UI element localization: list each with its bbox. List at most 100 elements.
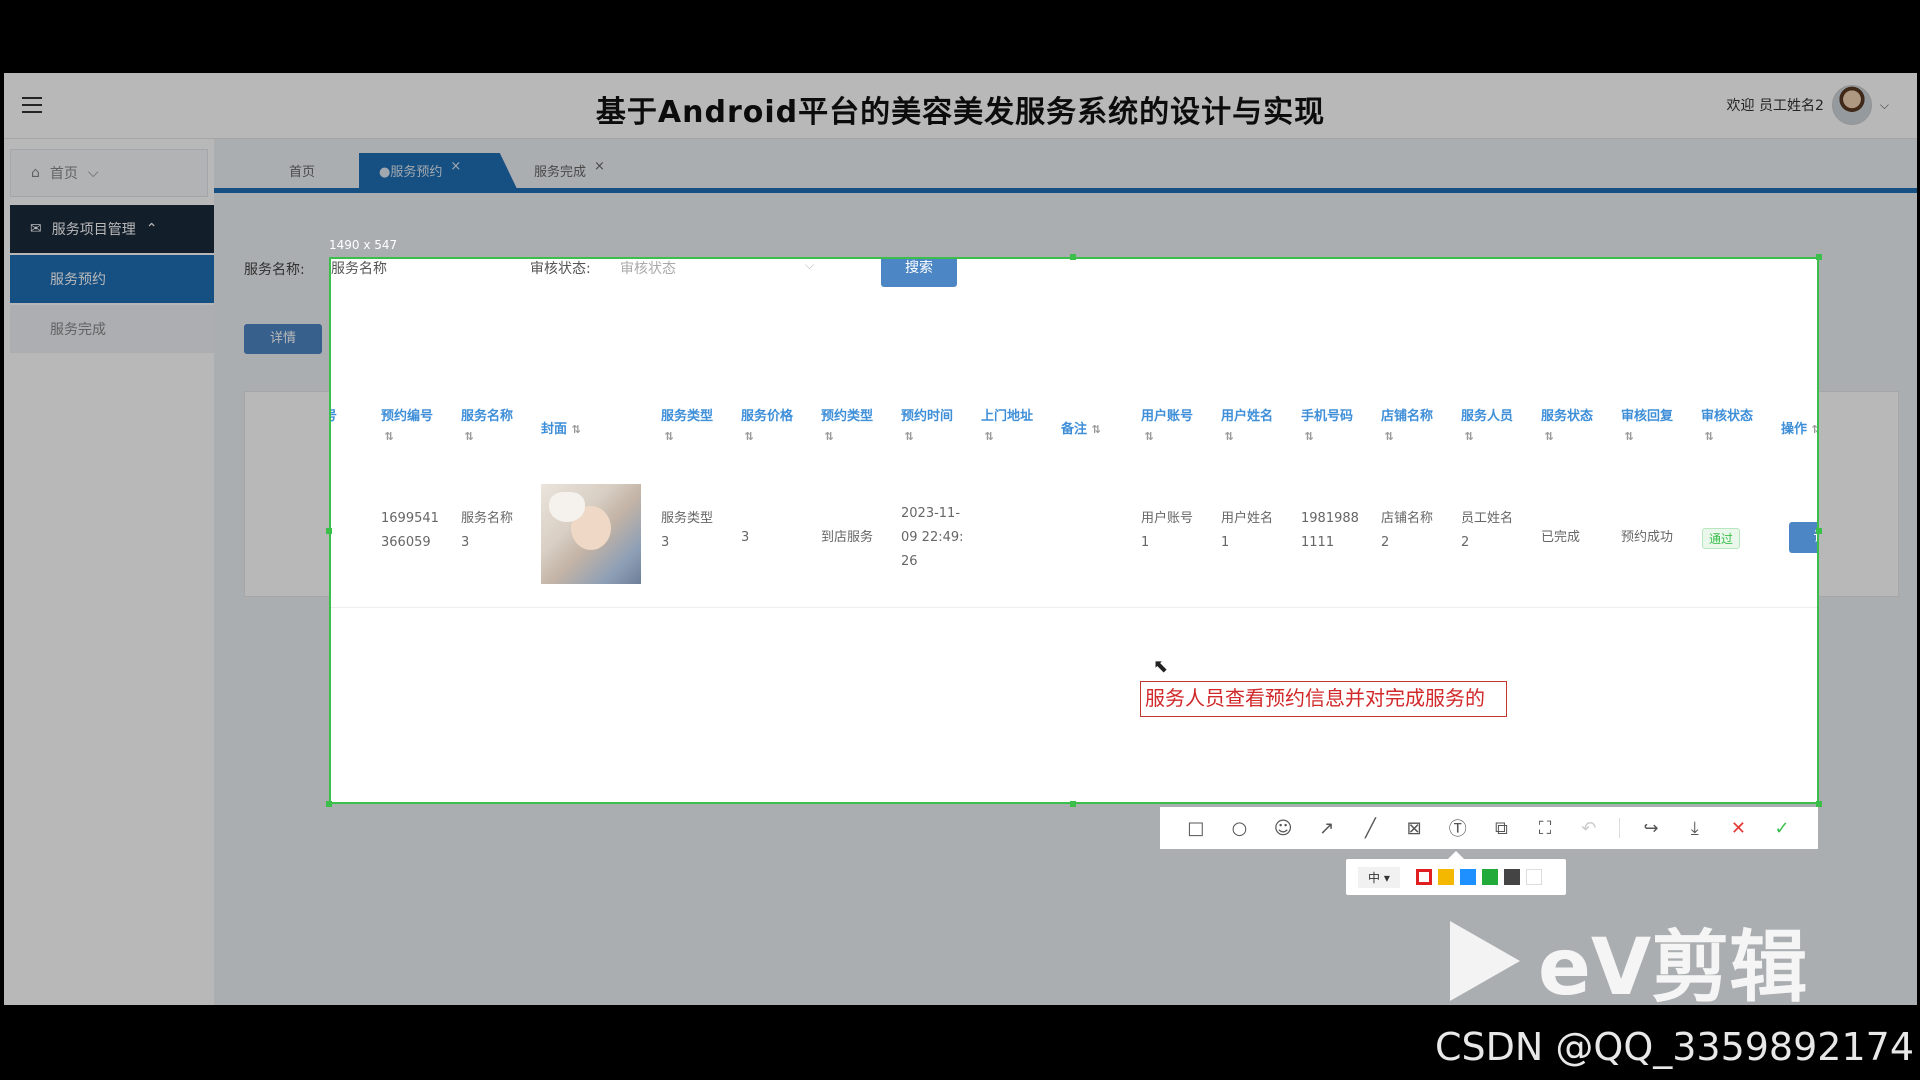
- cover-image[interactable]: [541, 484, 641, 584]
- sort-icon: ⇅: [1144, 430, 1154, 443]
- play-logo-icon: [1450, 921, 1520, 1001]
- envelope-icon: ✉: [30, 221, 42, 237]
- sort-icon: ⇅: [1704, 430, 1714, 443]
- header-shop[interactable]: 店铺名称 ⇅: [1381, 407, 1433, 447]
- header-price[interactable]: 服务价格 ⇅: [741, 407, 793, 447]
- undo-icon[interactable]: ↶: [1576, 818, 1602, 839]
- color-swatch-green[interactable]: [1481, 869, 1498, 885]
- mouse-cursor-icon: ⬉: [1153, 656, 1169, 677]
- cell-line: 26: [901, 554, 918, 569]
- cell-order-no: 1699541 366059: [381, 507, 439, 555]
- header-label: 审核回复: [1621, 409, 1674, 424]
- header-remark[interactable]: 备注 ⇅: [1061, 420, 1101, 440]
- cell-line: 1: [1221, 535, 1230, 550]
- pin-icon[interactable]: ⧉: [1488, 818, 1514, 839]
- search-button[interactable]: 搜索: [881, 259, 957, 287]
- header-label: 审核状态: [1701, 409, 1754, 424]
- header-service-status[interactable]: 服务状态 ⇅: [1541, 407, 1593, 447]
- header-user-account[interactable]: 用户账号 ⇅: [1141, 407, 1193, 447]
- annotation-text-box[interactable]: 服务人员查看预约信息并对完成服务的: [1140, 681, 1507, 717]
- ocr-icon[interactable]: ⛶: [1532, 818, 1558, 839]
- sidebar-home-label: 首页: [49, 166, 78, 182]
- tab-home[interactable]: 首页: [269, 153, 335, 193]
- close-icon[interactable]: ✕: [1725, 818, 1751, 839]
- arrow-icon[interactable]: ↗: [1314, 818, 1340, 839]
- cell-line: 09 22:49:: [901, 530, 964, 545]
- search-name-input[interactable]: 服务名称: [331, 259, 387, 278]
- header-order-no[interactable]: 预约编号 ⇅: [381, 407, 433, 447]
- color-swatch-blue[interactable]: [1459, 869, 1476, 885]
- font-size-picker[interactable]: 中 ▾: [1358, 866, 1400, 888]
- screenshot-selection[interactable]: 服务名称 审核状态: 审核状态 ⌵ 搜索 序号⇅ 预约编号⇅ 服务名称⇅ 封面 …: [329, 257, 1819, 804]
- download-icon[interactable]: ⤓: [1682, 818, 1708, 839]
- resize-handle[interactable]: [1816, 254, 1822, 260]
- header-label: 备注: [1061, 422, 1088, 437]
- header-label: 上门地址: [981, 409, 1034, 424]
- audit-status-select[interactable]: 审核状态: [620, 259, 676, 278]
- emoji-icon[interactable]: ☺: [1270, 818, 1296, 839]
- sort-icon: ⇅: [1091, 423, 1101, 436]
- color-swatch-yellow[interactable]: [1437, 869, 1454, 885]
- color-swatch-gray[interactable]: [1503, 869, 1520, 885]
- header-booking-time[interactable]: 预约时间 ⇅: [901, 407, 953, 447]
- color-swatch-red[interactable]: [1415, 869, 1432, 885]
- detail-button[interactable]: 详情: [244, 324, 322, 354]
- ellipse-icon[interactable]: ○: [1226, 818, 1252, 839]
- cell-line: 1699541: [381, 511, 439, 526]
- close-icon[interactable]: ×: [594, 159, 605, 174]
- text-icon[interactable]: Ⓣ: [1445, 815, 1471, 841]
- header-service-name[interactable]: 服务名称 ⇅: [461, 407, 513, 447]
- header-audit-status[interactable]: 审核状态 ⇅: [1701, 407, 1753, 447]
- header-audit-reply[interactable]: 审核回复 ⇅: [1621, 407, 1673, 447]
- home-icon: ⌂: [31, 165, 40, 181]
- sidebar-group-label: 服务项目管理: [51, 222, 136, 238]
- header-address[interactable]: 上门地址 ⇅: [981, 407, 1033, 447]
- resize-handle[interactable]: [326, 801, 332, 807]
- sidebar-group-service[interactable]: ✉ 服务项目管理 ⌃: [10, 205, 214, 253]
- mosaic-icon[interactable]: ⊠: [1401, 818, 1427, 839]
- cell-service-type: 服务类型 3: [661, 507, 713, 555]
- tab-completed[interactable]: 服务完成 ×: [514, 153, 625, 193]
- header-index[interactable]: 序号⇅: [331, 407, 337, 447]
- close-icon[interactable]: ×: [450, 159, 461, 174]
- cell-service-status: 已完成: [1541, 530, 1581, 545]
- header-action[interactable]: 操作 ⇅: [1781, 420, 1817, 440]
- line-icon[interactable]: ╱: [1357, 818, 1383, 839]
- header-service-type[interactable]: 服务类型 ⇅: [661, 407, 713, 447]
- header-cover[interactable]: 封面 ⇅: [541, 420, 581, 440]
- cell-user-name: 用户姓名 1: [1221, 507, 1273, 555]
- sort-icon: ⇅: [664, 430, 674, 443]
- cell-booking-type: 到店服务: [821, 530, 874, 545]
- sidebar-item-completed[interactable]: 服务完成: [10, 305, 214, 353]
- resize-handle[interactable]: [1816, 528, 1822, 534]
- resize-handle[interactable]: [1070, 254, 1076, 260]
- sort-icon: ⇅: [1384, 430, 1394, 443]
- sort-icon: ⇅: [984, 430, 994, 443]
- chevron-down-icon: ⌵: [87, 165, 99, 181]
- avatar[interactable]: [1831, 85, 1872, 125]
- resize-handle[interactable]: [326, 528, 332, 534]
- cell-line: 用户账号: [1141, 511, 1194, 526]
- row-divider: [331, 607, 1817, 608]
- header-label: 预约类型: [821, 409, 874, 424]
- header-phone[interactable]: 手机号码 ⇅: [1301, 407, 1353, 447]
- user-menu[interactable]: 欢迎 员工姓名2 ⌵: [1727, 85, 1889, 125]
- rectangle-icon[interactable]: □: [1183, 818, 1209, 839]
- sidebar-item-booking[interactable]: 服务预约: [10, 255, 214, 303]
- confirm-icon[interactable]: ✓: [1769, 818, 1795, 839]
- sort-icon: ⇅: [744, 430, 754, 443]
- cell-line: 用户姓名: [1221, 511, 1274, 526]
- header-user-name[interactable]: 用户姓名 ⇅: [1221, 407, 1273, 447]
- header-booking-type[interactable]: 预约类型 ⇅: [821, 407, 873, 447]
- sidebar-item-home[interactable]: ⌂ 首页 ⌵: [10, 149, 208, 197]
- tab-booking[interactable]: ●服务预约 ×: [359, 153, 519, 193]
- header-label: 操作: [1781, 422, 1808, 437]
- cell-service-name: 服务名称 3: [461, 507, 513, 555]
- row-detail-button[interactable]: 详情: [1789, 522, 1817, 553]
- color-swatch-white[interactable]: [1525, 869, 1542, 885]
- cell-user-account: 用户账号 1: [1141, 507, 1193, 555]
- header-staff[interactable]: 服务人员 ⇅: [1461, 407, 1513, 447]
- sidebar: ⌂ 首页 ⌵ ✉ 服务项目管理 ⌃ 服务预约 服务完成: [4, 139, 214, 1005]
- resize-handle[interactable]: [1070, 801, 1076, 807]
- share-icon[interactable]: ↪: [1638, 818, 1664, 839]
